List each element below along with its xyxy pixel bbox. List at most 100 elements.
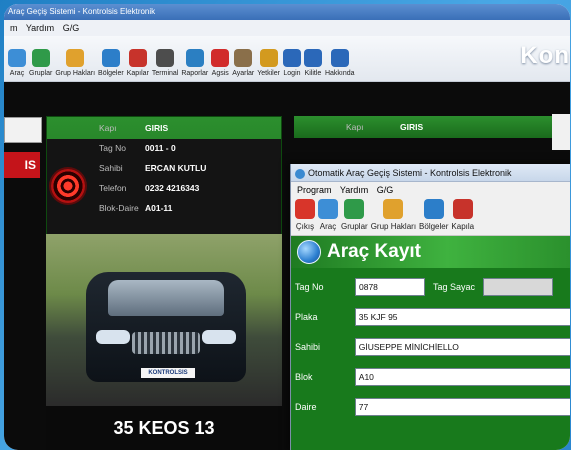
sahibi-label: Sahibi (295, 342, 321, 352)
settings-icon (234, 49, 253, 67)
plate-number-readout: 35 KEOS 13 (46, 406, 282, 450)
tag-sayac-label: Tag Sayac (433, 282, 476, 292)
plaka-row: Plaka 35 KJF 95 (291, 302, 570, 332)
gates-icon (452, 199, 473, 219)
toolbar-label: Grup Hakları (55, 70, 96, 77)
toolbar-label: Hakkında (324, 70, 355, 77)
toolbar-label: Araç (319, 222, 337, 231)
blok-input[interactable]: A10 (354, 368, 570, 386)
target-rings-icon (51, 169, 85, 203)
toolbar-button-gruplar[interactable]: Gruplar (29, 49, 52, 81)
toolbar-button-terminal[interactable]: Terminal (152, 49, 178, 81)
back-toolbar: Araç Gruplar Grup Hakları Bölgeler Kapılar Te… (4, 36, 570, 82)
brand-logo-text: Kon (520, 42, 570, 69)
tag-no-label: Tag No (295, 282, 324, 292)
toolbar-button-araç[interactable]: Araç (8, 49, 26, 81)
toolbar-button-hakkında[interactable]: Hakkında (325, 49, 355, 81)
toolbar-label: Kilitle (304, 70, 322, 77)
toolbar-button-araç[interactable]: Araç (318, 199, 338, 235)
toolbar-label: Bölgeler (419, 222, 449, 231)
toolbar-label: Yetkiler (257, 70, 280, 77)
menu-help[interactable]: Yardım (340, 185, 368, 195)
toolbar-button-agsis[interactable]: Agsis (211, 49, 230, 81)
vehicle-registration-window: Otomatik Araç Geçiş Sistemi - Kontrolsis… (290, 164, 570, 450)
daire-input[interactable]: 77 (354, 398, 570, 416)
app-icon (295, 168, 305, 179)
permissions-icon (259, 49, 278, 67)
tag-sayac-input[interactable] (483, 278, 554, 296)
tag-row: Tag No 0011 - 0 (99, 143, 176, 153)
plaka-label: Plaka (295, 312, 318, 322)
car-headlight-right (202, 330, 236, 344)
toolbar-label: Raporlar (181, 70, 209, 77)
toolbar-button-login[interactable]: Login (282, 49, 301, 81)
regions-icon (423, 199, 444, 219)
toolbar-label: Grup Hakları (370, 222, 417, 231)
toolbar-button-yetkiler[interactable]: Yetkiler (257, 49, 280, 81)
toolbar-button-bölgeler[interactable]: Bölgeler (419, 199, 448, 235)
login-icon (282, 49, 301, 67)
terminal-icon (156, 49, 175, 67)
reports-icon (185, 49, 204, 67)
back-menu-help[interactable]: Yardım (26, 23, 54, 33)
left-gate-tag: IS (4, 152, 40, 178)
car-license-plate: KONTROLSIS (141, 368, 195, 378)
car-grille (132, 332, 200, 354)
car-group-icon (8, 49, 26, 67)
daire-label: Daire (295, 402, 317, 412)
back-window-title: Araç Geçiş Sistemi - Kontrolsis Elektron… (4, 4, 570, 20)
screenshot-frame: Araç Geçiş Sistemi - Kontrolsis Elektron… (4, 4, 570, 450)
toolbar-button-kilitle[interactable]: Kilitle (303, 49, 322, 81)
power-icon (295, 199, 315, 219)
toolbar-label: Agsis (211, 70, 229, 77)
groups-icon (344, 199, 365, 219)
sahibi-row: Sahibi ERCAN KUTLU (99, 163, 207, 173)
tag-no-input[interactable]: 0878 (355, 278, 425, 296)
banner-title: Araç Kayıt (327, 241, 421, 262)
lock-icon (303, 49, 322, 67)
back-menu-bar: m Yardım G/G (4, 20, 570, 36)
right-kapi-value: GIRIS (400, 122, 424, 132)
menu-program[interactable]: Program (297, 185, 332, 195)
toolbar-label: Kapıla (451, 222, 475, 231)
front-toolbar: Çıkış Araç Gruplar Grup Hakları Bölgeler Kapı… (291, 198, 570, 236)
toolbar-label: Bölgeler (98, 70, 124, 77)
toolbar-button-kapılar[interactable]: Kapılar (127, 49, 149, 81)
back-menu-program[interactable]: m (10, 23, 18, 33)
arac-kayit-banner: Araç Kayıt (291, 236, 570, 268)
sahibi-input[interactable]: GİUSEPPE MİNİCHİELLO (354, 338, 570, 356)
toolbar-button-gruplar[interactable]: Gruplar (341, 199, 368, 235)
registration-form: Tag No 0878 Tag Sayac Plaka 35 KJF 95 Sa… (291, 268, 570, 450)
blok-row: Blok-Daire A01-11 (99, 203, 173, 213)
plaka-input[interactable]: 35 KJF 95 (354, 308, 570, 326)
back-menu-gg[interactable]: G/G (63, 23, 80, 33)
left-status-box (4, 117, 42, 143)
toolbar-button-grup-hakları[interactable]: Grup Hakları (55, 49, 95, 81)
sahibi-row: Sahibi GİUSEPPE MİNİCHİELLO (291, 332, 570, 362)
front-window-title: Otomatik Araç Geçiş Sistemi - Kontrolsis… (291, 164, 570, 182)
daire-row: Daire 77 (291, 392, 570, 422)
front-menu-bar: Program Yardım G/G (291, 182, 570, 198)
toolbar-button-bölgeler[interactable]: Bölgeler (98, 49, 124, 81)
gates-icon (128, 49, 147, 67)
agsis-icon (211, 49, 230, 67)
car-headlight-left (96, 330, 130, 344)
info-icon (330, 49, 349, 67)
toolbar-button-grup-hakları[interactable]: Grup Hakları (371, 199, 416, 235)
right-gate-panel: Kapı GIRIS (294, 116, 554, 138)
group-rights-icon (383, 199, 404, 219)
telefon-row: Telefon 0232 4216343 (99, 183, 200, 193)
toolbar-label: Araç (9, 70, 25, 77)
right-side-panel (552, 114, 570, 150)
group-rights-icon (66, 49, 85, 67)
globe-icon (297, 240, 321, 264)
vehicle-photo: KONTROLSIS (46, 234, 282, 406)
toolbar-button-ayarlar[interactable]: Ayarlar (232, 49, 254, 81)
regions-icon (101, 49, 120, 67)
kapi-row: Kapı GIRIS (99, 123, 169, 133)
toolbar-label: Login (283, 70, 301, 77)
toolbar-button-çıkış[interactable]: Çıkış (295, 199, 315, 235)
toolbar-button-raporlar[interactable]: Raporlar (181, 49, 208, 81)
menu-gg[interactable]: G/G (377, 185, 394, 195)
toolbar-button-kapıla[interactable]: Kapıla (451, 199, 474, 235)
